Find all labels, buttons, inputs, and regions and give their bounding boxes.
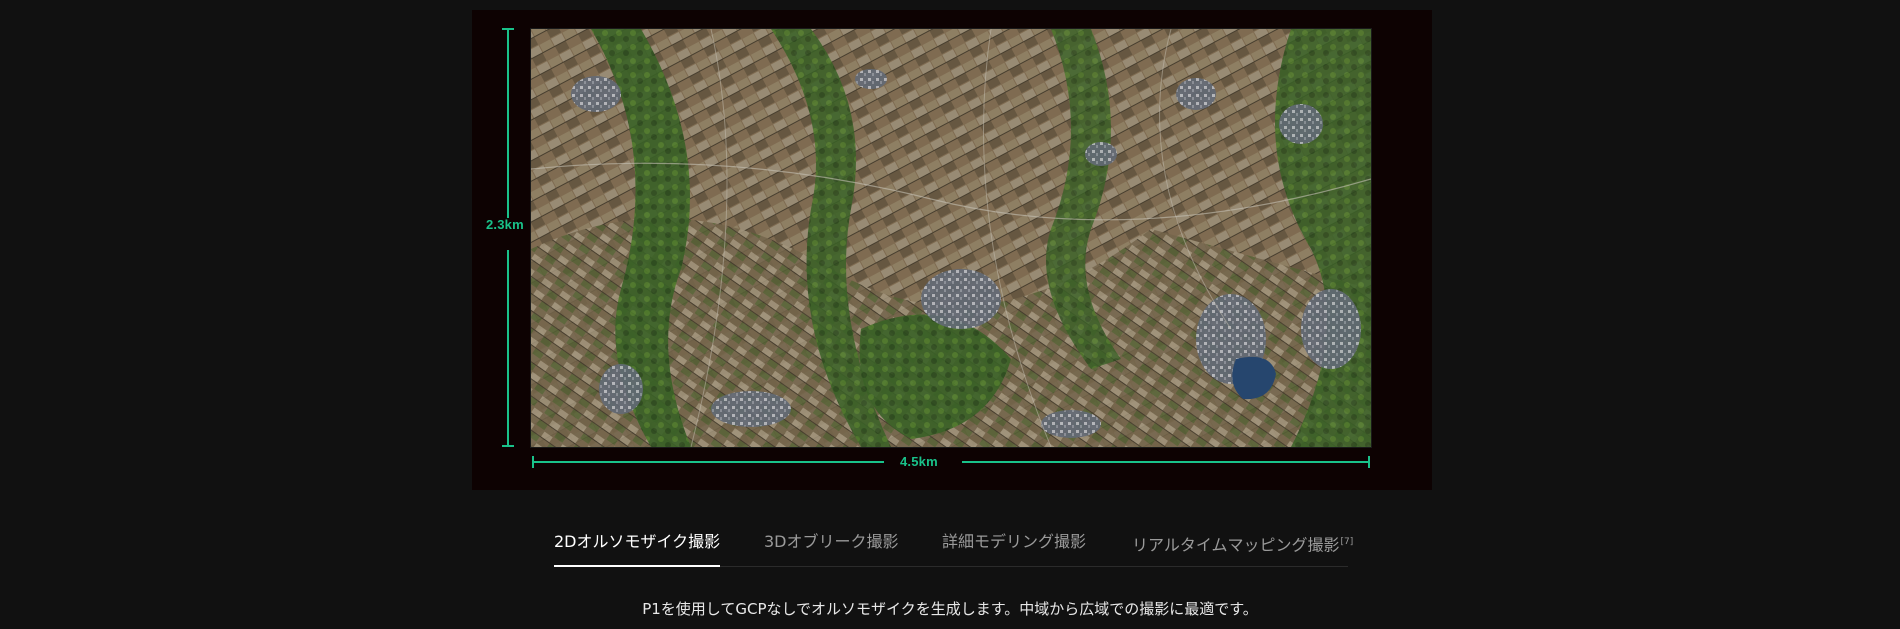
footnote-reference[interactable]: [7]	[1341, 537, 1354, 547]
height-dimension-label: 2.3km	[486, 217, 524, 232]
tab-2d-orthomosaic[interactable]: 2Dオルソモザイク撮影	[554, 526, 721, 567]
tab-3d-oblique[interactable]: 3Dオブリーク撮影	[764, 526, 899, 566]
tab-description: P1を使用してGCPなしでオルソモザイクを生成します。中域から広域での撮影に最適…	[642, 600, 1258, 618]
height-dimension-bottom-cap	[502, 445, 514, 447]
height-dimension-line-lower	[507, 250, 509, 446]
tab-detailed-modeling[interactable]: 詳細モデリング撮影	[942, 526, 1086, 566]
height-dimension-line-upper	[507, 28, 509, 218]
tab-3d-oblique-label: 3Dオブリーク撮影	[764, 532, 899, 551]
tab-realtime-mapping[interactable]: リアルタイムマッピング撮影[7]	[1132, 526, 1353, 566]
aerial-orthomosaic-image	[530, 28, 1372, 448]
mapping-mode-tabs: 2Dオルソモザイク撮影 3Dオブリーク撮影 詳細モデリング撮影 リアルタイムマッ…	[554, 526, 1353, 567]
width-dimension-line-left	[532, 461, 884, 463]
tab-detailed-modeling-label: 詳細モデリング撮影	[942, 532, 1087, 551]
tab-2d-orthomosaic-label: 2Dオルソモザイク撮影	[554, 532, 721, 551]
tab-realtime-mapping-label: リアルタイムマッピング撮影	[1132, 535, 1340, 555]
width-dimension-line-right	[962, 461, 1370, 463]
width-dimension-right-cap	[1368, 456, 1370, 468]
orthomosaic-figure: 2.3km 4.5km	[472, 10, 1432, 490]
width-dimension-label: 4.5km	[900, 454, 938, 469]
aerial-map-illustration	[531, 29, 1371, 447]
page: 2.3km 4.5km 2Dオルソモザイク撮影 3Dオブリーク撮影 詳細モデリン…	[0, 0, 1900, 629]
